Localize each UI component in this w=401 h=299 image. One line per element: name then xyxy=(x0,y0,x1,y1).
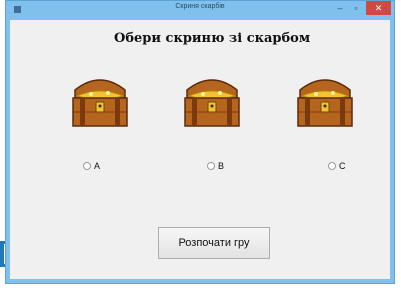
radio-button[interactable] xyxy=(328,162,336,170)
app-window: Скриня скарбів – ▫ ✕ Обери скриню зі ска… xyxy=(5,0,395,284)
radio-option-c[interactable]: C xyxy=(328,161,346,171)
radio-option-b[interactable]: B xyxy=(207,161,224,171)
radio-button[interactable] xyxy=(83,162,91,170)
radio-label: B xyxy=(218,161,225,171)
client-area: Обери скриню зі скарбом A B C Розпочати … xyxy=(10,20,390,279)
radio-label: C xyxy=(339,161,346,171)
radio-button[interactable] xyxy=(207,162,215,170)
page-title: Обери скриню зі скарбом xyxy=(114,31,311,46)
title-bar[interactable]: Скриня скарбів – ▫ ✕ xyxy=(6,1,394,19)
radio-label: A xyxy=(94,161,101,171)
radio-option-a[interactable]: A xyxy=(83,161,100,171)
treasure-chest-icon xyxy=(177,68,247,130)
treasure-chest-icon xyxy=(290,68,360,130)
close-button[interactable]: ✕ xyxy=(366,1,391,15)
minimize-button[interactable]: – xyxy=(333,2,347,14)
treasure-chest-icon xyxy=(65,68,135,130)
start-game-button[interactable]: Розпочати гру xyxy=(158,227,270,259)
maximize-button[interactable]: ▫ xyxy=(349,2,363,14)
